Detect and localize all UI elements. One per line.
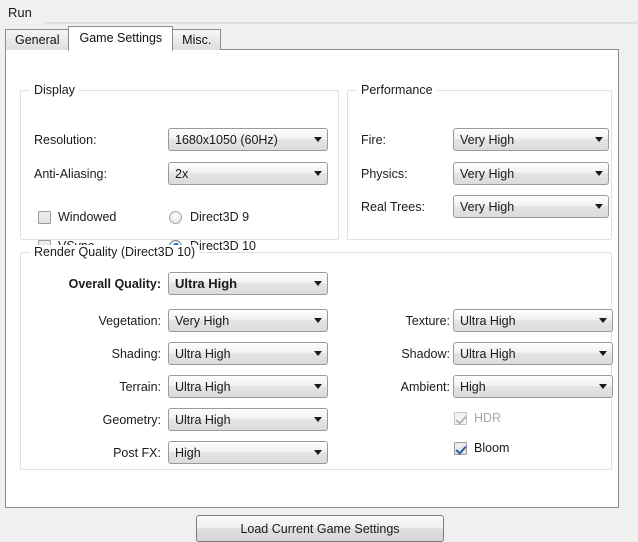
direct3d9-label: Direct3D 9 — [190, 210, 250, 224]
resolution-dropdown[interactable]: 1680x1050 (60Hz) — [168, 128, 328, 151]
physics-label: Physics: — [361, 167, 408, 181]
postfx-dropdown[interactable]: High — [168, 441, 328, 464]
ambient-label: Ambient: — [400, 380, 450, 394]
shading-dropdown[interactable]: Ultra High — [168, 342, 328, 365]
geometry-label: Geometry: — [102, 413, 161, 427]
checkbox-icon — [38, 210, 51, 224]
ambient-dropdown[interactable]: High — [453, 375, 613, 398]
bloom-label: Bloom — [474, 441, 510, 455]
hdr-checkbox[interactable]: HDR — [454, 410, 501, 426]
load-current-game-settings-button[interactable]: Load Current Game Settings — [196, 515, 444, 542]
realtrees-label: Real Trees: — [361, 200, 425, 214]
fire-label: Fire: — [361, 133, 386, 147]
texture-label: Texture: — [405, 314, 450, 328]
windowed-label: Windowed — [58, 210, 117, 224]
chevron-down-icon — [594, 376, 612, 397]
windowed-checkbox[interactable]: Windowed — [38, 209, 116, 225]
overall-quality-dropdown[interactable]: Ultra High — [168, 272, 328, 295]
chevron-down-icon — [309, 273, 327, 294]
chevron-down-icon — [309, 409, 327, 430]
chevron-down-icon — [590, 163, 608, 184]
chevron-down-icon — [309, 163, 327, 184]
shading-label: Shading: — [111, 347, 161, 361]
geometry-dropdown[interactable]: Ultra High — [168, 408, 328, 431]
chevron-down-icon — [309, 129, 327, 150]
realtrees-dropdown[interactable]: Very High — [453, 195, 609, 218]
overall-quality-value: Ultra High — [175, 276, 238, 291]
realtrees-value: Very High — [460, 199, 515, 214]
tab-game-settings[interactable]: Game Settings — [68, 26, 174, 51]
hdr-label: HDR — [474, 411, 502, 425]
load-button-label: Load Current Game Settings — [240, 521, 400, 536]
run-group-label: Run — [8, 5, 35, 20]
physics-dropdown[interactable]: Very High — [453, 162, 609, 185]
postfx-label: Post FX: — [113, 446, 161, 460]
chevron-down-icon — [594, 343, 612, 364]
display-group-box: Display Resolution: 1680x1050 (60Hz) Ant… — [20, 83, 339, 253]
vegetation-dropdown[interactable]: Very High — [168, 309, 328, 332]
run-group-box: Run General Game Settings Misc. Display … — [0, 0, 638, 542]
terrain-value: Ultra High — [175, 379, 231, 394]
chevron-down-icon — [309, 442, 327, 463]
resolution-value: 1680x1050 (60Hz) — [175, 132, 278, 147]
physics-value: Very High — [460, 166, 515, 181]
checkbox-icon-checked — [454, 441, 467, 455]
performance-group-title: Performance — [357, 83, 437, 97]
render-quality-group-title: Render Quality (Direct3D 10) — [30, 245, 200, 259]
geometry-value: Ultra High — [175, 412, 231, 427]
bloom-checkbox[interactable]: Bloom — [454, 440, 509, 456]
direct3d10-label: Direct3D 10 — [190, 239, 256, 253]
overall-quality-label: Overall Quality: — [68, 277, 161, 291]
chevron-down-icon — [594, 310, 612, 331]
tab-strip: General Game Settings Misc. — [5, 26, 222, 51]
checkbox-icon-checked-disabled — [454, 411, 467, 425]
vegetation-value: Very High — [175, 313, 230, 328]
tab-misc[interactable]: Misc. — [172, 29, 222, 50]
chevron-down-icon — [590, 196, 608, 217]
antialiasing-label: Anti-Aliasing: — [34, 167, 107, 181]
fire-value: Very High — [460, 132, 515, 147]
texture-dropdown[interactable]: Ultra High — [453, 309, 613, 332]
resolution-label: Resolution: — [34, 133, 97, 147]
radio-icon — [169, 210, 182, 224]
shadow-label: Shadow: — [401, 347, 450, 361]
tab-control: General Game Settings Misc. Display Reso… — [5, 26, 619, 542]
tab-general[interactable]: General — [5, 29, 70, 50]
run-group-divider — [44, 22, 638, 24]
direct3d9-radio[interactable]: Direct3D 9 — [169, 209, 249, 225]
shadow-dropdown[interactable]: Ultra High — [453, 342, 613, 365]
texture-value: Ultra High — [460, 313, 516, 328]
tab-panel-game-settings: Display Resolution: 1680x1050 (60Hz) Ant… — [5, 49, 619, 542]
terrain-label: Terrain: — [119, 380, 161, 394]
vegetation-label: Vegetation: — [98, 314, 161, 328]
antialiasing-dropdown[interactable]: 2x — [168, 162, 328, 185]
chevron-down-icon — [590, 129, 608, 150]
ambient-value: High — [460, 379, 486, 394]
performance-group-box: Performance Fire: Very High Physics: Ver… — [347, 83, 612, 240]
antialiasing-value: 2x — [175, 166, 189, 181]
shadow-value: Ultra High — [460, 346, 516, 361]
postfx-value: High — [175, 445, 201, 460]
shading-value: Ultra High — [175, 346, 231, 361]
render-quality-group-box: Render Quality (Direct3D 10) Overall Qua… — [20, 245, 613, 470]
terrain-dropdown[interactable]: Ultra High — [168, 375, 328, 398]
display-group-title: Display — [30, 83, 79, 97]
fire-dropdown[interactable]: Very High — [453, 128, 609, 151]
